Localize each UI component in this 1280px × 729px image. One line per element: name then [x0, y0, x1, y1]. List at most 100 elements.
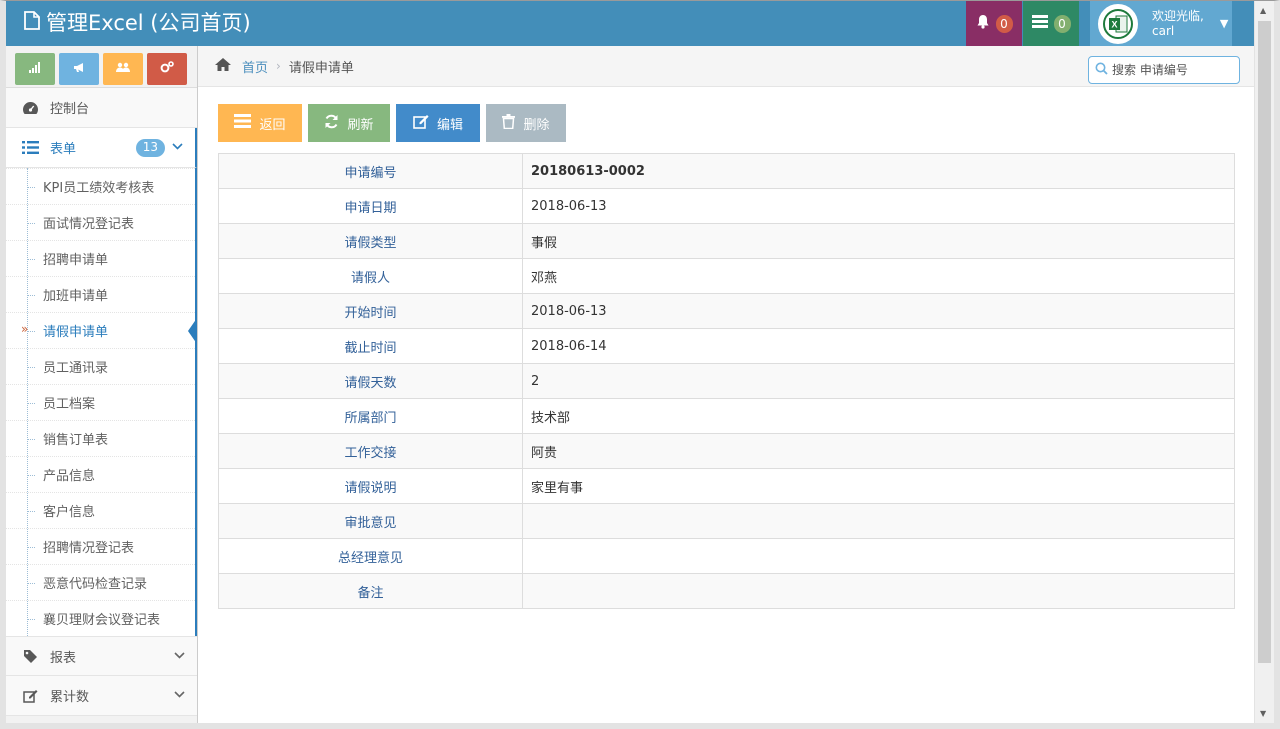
table-row: 申请编号 20180613-0002	[218, 153, 1235, 189]
submenu-item[interactable]: 销售订单表	[6, 420, 195, 456]
vertical-scrollbar[interactable]: ▲ ▼	[1254, 1, 1274, 723]
table-row: 请假天数 2	[218, 363, 1235, 399]
table-row: 所属部门 技术部	[218, 398, 1235, 434]
brand[interactable]: 管理Excel (公司首页)	[24, 9, 251, 37]
brand-title: 管理Excel (公司首页)	[46, 11, 251, 35]
field-value: 家里有事	[522, 468, 1235, 504]
table-row: 开始时间 2018-06-13	[218, 293, 1235, 329]
field-label: 请假说明	[218, 468, 523, 504]
field-value	[522, 538, 1235, 574]
scroll-up-icon[interactable]: ▲	[1260, 6, 1266, 15]
user-menu[interactable]: X 欢迎光临, carl ▼	[1090, 1, 1232, 46]
table-row: 请假类型 事假	[218, 223, 1235, 259]
submenu-item[interactable]: 产品信息	[6, 456, 195, 492]
field-label: 开始时间	[218, 293, 523, 329]
field-value: 邓燕	[522, 258, 1235, 294]
sidebar-item-reports[interactable]: 报表	[6, 636, 197, 676]
submenu-item[interactable]: 招聘情况登记表	[6, 528, 195, 564]
field-value: 技术部	[522, 398, 1235, 434]
field-value: 阿贵	[522, 433, 1235, 469]
field-value: 2018-06-14	[522, 328, 1235, 364]
scrollbar-thumb[interactable]	[1258, 21, 1271, 663]
caret-down-icon: ▼	[1219, 17, 1229, 30]
submenu-item[interactable]: KPI员工绩效考核表	[6, 168, 195, 204]
field-value: 事假	[522, 223, 1235, 259]
tag-icon	[20, 649, 40, 664]
forms-count-badge: 13	[135, 139, 165, 157]
sidebar-item-dashboard[interactable]: 控制台	[6, 88, 197, 128]
delete-button[interactable]: 删除	[486, 104, 566, 142]
breadcrumb-current: 请假申请单	[288, 60, 354, 76]
refresh-button[interactable]: 刷新	[308, 104, 390, 142]
file-icon	[24, 9, 40, 37]
submenu-item[interactable]: 招聘申请单	[6, 240, 195, 276]
breadcrumb-separator-icon: ›	[276, 59, 281, 73]
sidebar-item-label: 报表	[50, 650, 77, 666]
messages-button[interactable]: 0	[1023, 1, 1079, 46]
search-box	[1088, 56, 1240, 84]
field-label: 备注	[218, 573, 523, 609]
breadcrumb: 首页 › 请假申请单	[198, 46, 1254, 87]
edit-icon	[20, 689, 40, 703]
submenu-item[interactable]: 襄贝理财会议登记表	[6, 600, 195, 636]
submenu-item[interactable]: 员工通讯录	[6, 348, 195, 384]
navbar: 管理Excel (公司首页) 0 0 X 欢迎光临, carl ▼	[6, 1, 1254, 46]
shortcut-cogs-button[interactable]	[147, 53, 187, 85]
table-row: 备注	[218, 573, 1235, 609]
detail-table: 申请编号 20180613-0002 申请日期 2018-06-13 请假类型 事假 请假人…	[218, 153, 1235, 609]
sidebar: 控制台 表单 13 KPI员工绩效考核表 面试情况登记表 招聘申请单 加班申请单…	[6, 46, 198, 723]
table-row: 审批意见	[218, 503, 1235, 539]
submenu-item[interactable]: 员工档案	[6, 384, 195, 420]
avatar: X	[1098, 3, 1138, 44]
toolbar: 返回 刷新 编辑 删除	[218, 104, 566, 142]
edit-icon	[413, 114, 429, 133]
table-row: 总经理意见	[218, 538, 1235, 574]
home-icon[interactable]	[214, 57, 232, 76]
chevron-down-icon	[172, 140, 183, 154]
sidebar-item-forms[interactable]: 表单 13	[6, 128, 197, 168]
list-icon	[20, 141, 40, 154]
field-label: 总经理意见	[218, 538, 523, 574]
back-button[interactable]: 返回	[218, 104, 302, 142]
scroll-down-icon[interactable]: ▼	[1260, 709, 1266, 718]
shortcut-users-button[interactable]	[103, 53, 143, 85]
submenu-item[interactable]: 面试情况登记表	[6, 204, 195, 240]
field-value: 2018-06-13	[522, 188, 1235, 224]
field-label: 审批意见	[218, 503, 523, 539]
sidebar-item-cumulative[interactable]: 累计数	[6, 676, 197, 716]
sidebar-item-label: 控制台	[50, 102, 90, 117]
sidebar-shortcuts	[6, 46, 197, 88]
users-icon	[116, 62, 130, 77]
field-label: 请假天数	[218, 363, 523, 399]
messages-count: 0	[1053, 14, 1071, 33]
tasks-icon	[1031, 15, 1048, 32]
edit-button[interactable]: 编辑	[396, 104, 480, 142]
user-greeting: 欢迎光临,	[1152, 8, 1204, 23]
submenu-item[interactable]: 恶意代码检查记录	[6, 564, 195, 600]
search-input[interactable]	[1112, 63, 1232, 77]
table-row: 截止时间 2018-06-14	[218, 328, 1235, 364]
double-angle-right-icon: »	[21, 322, 29, 336]
field-label: 请假类型	[218, 223, 523, 259]
field-value	[522, 573, 1235, 609]
trash-icon	[502, 113, 516, 133]
chevron-down-icon	[174, 688, 185, 702]
shortcut-signal-button[interactable]	[15, 53, 55, 85]
cogs-icon	[160, 61, 174, 77]
bell-icon	[976, 14, 990, 33]
table-row: 请假说明 家里有事	[218, 468, 1235, 504]
submenu-item[interactable]: 加班申请单	[6, 276, 195, 312]
sidebar-item-label: 累计数	[50, 690, 90, 705]
field-value: 2	[522, 363, 1235, 399]
field-label: 申请编号	[218, 153, 523, 189]
submenu-item-active[interactable]: » 请假申请单	[6, 312, 197, 348]
main-content: 返回 刷新 编辑 删除 申请编号 20180613-0002 申请日期 2018…	[198, 87, 1254, 723]
breadcrumb-home-link[interactable]: 首页	[242, 57, 268, 76]
app-window: 管理Excel (公司首页) 0 0 X 欢迎光临, carl ▼ 控制台 表单…	[0, 0, 1280, 729]
forms-submenu: KPI员工绩效考核表 面试情况登记表 招聘申请单 加班申请单 » 请假申请单 员…	[6, 168, 197, 636]
submenu-item[interactable]: 客户信息	[6, 492, 195, 528]
notifications-button[interactable]: 0	[966, 1, 1022, 46]
list-icon	[234, 114, 252, 132]
svg-text:X: X	[1111, 19, 1117, 29]
shortcut-bullhorn-button[interactable]	[59, 53, 99, 85]
